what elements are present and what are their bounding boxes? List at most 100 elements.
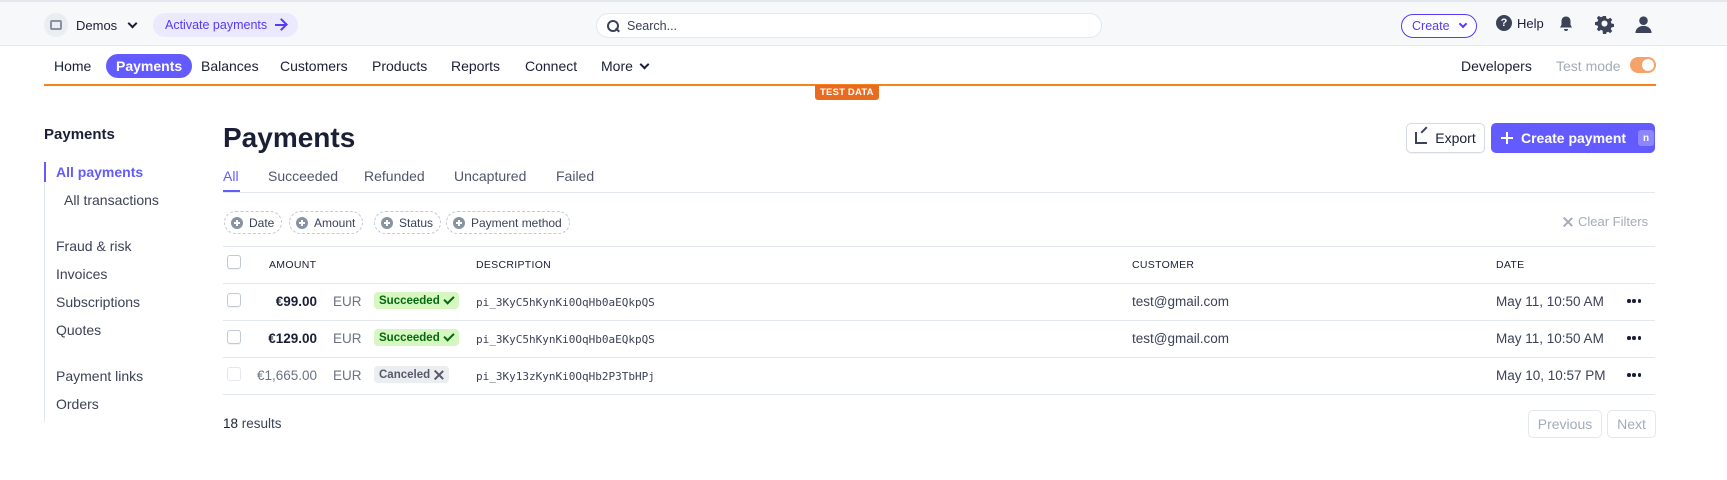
chevron-down-icon [127, 18, 138, 28]
export-icon [1415, 132, 1428, 144]
bell-icon[interactable] [1557, 15, 1575, 33]
row-divider [223, 320, 1655, 321]
row-date: May 10, 10:57 PM [1496, 368, 1606, 383]
help-icon: ? [1496, 15, 1512, 31]
sidebar-active-indicator [44, 162, 46, 182]
header-divider [223, 283, 1655, 284]
row-customer[interactable]: test@gmail.com [1132, 331, 1229, 346]
status-badge: Succeeded [374, 292, 459, 309]
more-options-icon[interactable] [1627, 373, 1641, 377]
more-options-icon[interactable] [1627, 336, 1641, 340]
store-icon [44, 13, 68, 37]
column-header-date[interactable]: DATE [1496, 259, 1524, 271]
chevron-down-icon [1458, 19, 1467, 29]
test-mode-toggle[interactable] [1630, 57, 1656, 73]
clear-filters-button[interactable]: Clear Filters [1563, 214, 1648, 229]
row-checkbox[interactable] [227, 293, 241, 307]
row-checkbox[interactable] [227, 367, 241, 381]
row-currency: EUR [333, 331, 362, 346]
nav-item-reports[interactable]: Reports [441, 54, 510, 78]
filter-amount[interactable]: Amount [289, 211, 364, 234]
nav-item-products[interactable]: Products [362, 54, 437, 78]
sidebar-item-all-transactions[interactable]: All transactions [64, 192, 159, 208]
user-icon[interactable] [1634, 15, 1653, 34]
account-switcher[interactable]: Demos [44, 13, 138, 37]
nav-item-home[interactable]: Home [44, 54, 101, 78]
search-bar[interactable] [596, 13, 1102, 38]
create-label: Create [1412, 19, 1450, 33]
sidebar-item-invoices[interactable]: Invoices [56, 266, 107, 282]
row-date: May 11, 10:50 AM [1496, 294, 1604, 309]
search-input[interactable] [627, 18, 1067, 33]
tab-all[interactable]: All [223, 168, 239, 184]
plus-icon [1501, 132, 1513, 144]
sidebar-item-orders[interactable]: Orders [56, 396, 99, 412]
row-divider [223, 357, 1655, 358]
page-title: Payments [223, 122, 356, 153]
test-mode-label: Test mode [1556, 58, 1621, 74]
select-all-checkbox[interactable] [227, 255, 241, 269]
plus-circle-icon [231, 216, 243, 229]
filter-status[interactable]: Status [374, 211, 442, 234]
nav-item-customers[interactable]: Customers [270, 54, 358, 78]
sidebar-item-payment-links[interactable]: Payment links [56, 368, 143, 384]
next-button[interactable]: Next [1607, 410, 1656, 438]
row-currency: EUR [333, 294, 362, 309]
close-icon [1563, 217, 1573, 227]
tab-uncaptured[interactable]: Uncaptured [454, 168, 526, 184]
tab-succeeded[interactable]: Succeeded [268, 168, 338, 184]
check-icon [443, 293, 455, 305]
row-description: pi_3KyC5hKynKi0OqHb0aEQkpQS [476, 333, 655, 346]
filter-date[interactable]: Date [224, 211, 283, 234]
plus-circle-icon [453, 216, 465, 229]
filter-payment-method-label: Payment method [471, 215, 562, 230]
nav-item-connect[interactable]: Connect [515, 54, 587, 78]
tab-failed[interactable]: Failed [556, 168, 594, 184]
create-button[interactable]: Create [1401, 14, 1477, 38]
activate-payments-button[interactable]: Activate payments [153, 13, 299, 37]
nav-item-balances[interactable]: Balances [191, 54, 269, 78]
create-payment-button[interactable]: Create payment n [1491, 123, 1655, 153]
search-icon [607, 19, 619, 32]
column-header-description[interactable]: DESCRIPTION [476, 259, 551, 271]
row-description: pi_3Ky13zKynKi0OqHb2P3TbHPj [476, 370, 655, 383]
export-button[interactable]: Export [1406, 123, 1485, 153]
help-button[interactable]: ? Help [1496, 15, 1544, 31]
row-amount: €99.00 [275, 294, 317, 309]
create-payment-label: Create payment [1521, 130, 1627, 146]
tab-refunded[interactable]: Refunded [364, 168, 425, 184]
sidebar-item-fraud-risk[interactable]: Fraud & risk [56, 238, 131, 254]
row-customer[interactable]: test@gmail.com [1132, 294, 1229, 309]
active-tab-indicator [223, 190, 240, 192]
sidebar-item-quotes[interactable]: Quotes [56, 322, 101, 338]
row-date: May 11, 10:50 AM [1496, 331, 1604, 346]
sidebar-item-all-payments[interactable]: All payments [56, 164, 143, 180]
developers-link[interactable]: Developers [1461, 58, 1532, 74]
filter-payment-method[interactable]: Payment method [446, 211, 570, 234]
previous-button[interactable]: Previous [1528, 410, 1602, 438]
row-description: pi_3KyC5hKynKi0OqHb0aEQkpQS [476, 296, 655, 309]
gear-icon[interactable] [1595, 15, 1614, 34]
tabs-divider [223, 192, 1655, 193]
account-name: Demos [76, 17, 118, 33]
column-header-amount[interactable]: AMOUNT [269, 259, 316, 271]
row-amount: €1,665.00 [256, 368, 317, 383]
sidebar-item-subscriptions[interactable]: Subscriptions [56, 294, 140, 310]
nav-item-payments[interactable]: Payments [106, 54, 193, 78]
column-header-customer[interactable]: CUSTOMER [1132, 259, 1194, 271]
sidebar-title: Payments [44, 126, 115, 143]
plus-circle-icon [296, 216, 308, 229]
clear-filters-label: Clear Filters [1578, 214, 1649, 229]
nav-item-more[interactable]: More [591, 54, 658, 78]
filters-divider [223, 246, 1655, 247]
status-badge: Canceled [374, 366, 450, 383]
more-options-icon[interactable] [1627, 299, 1641, 303]
close-icon [434, 370, 444, 380]
filter-date-label: Date [249, 215, 275, 230]
row-checkbox[interactable] [227, 330, 241, 344]
results-count: 18 results [223, 416, 282, 431]
results-label: results [241, 416, 282, 431]
sidebar-divider [44, 166, 45, 422]
row-amount: €129.00 [268, 331, 317, 346]
help-label: Help [1517, 15, 1544, 31]
